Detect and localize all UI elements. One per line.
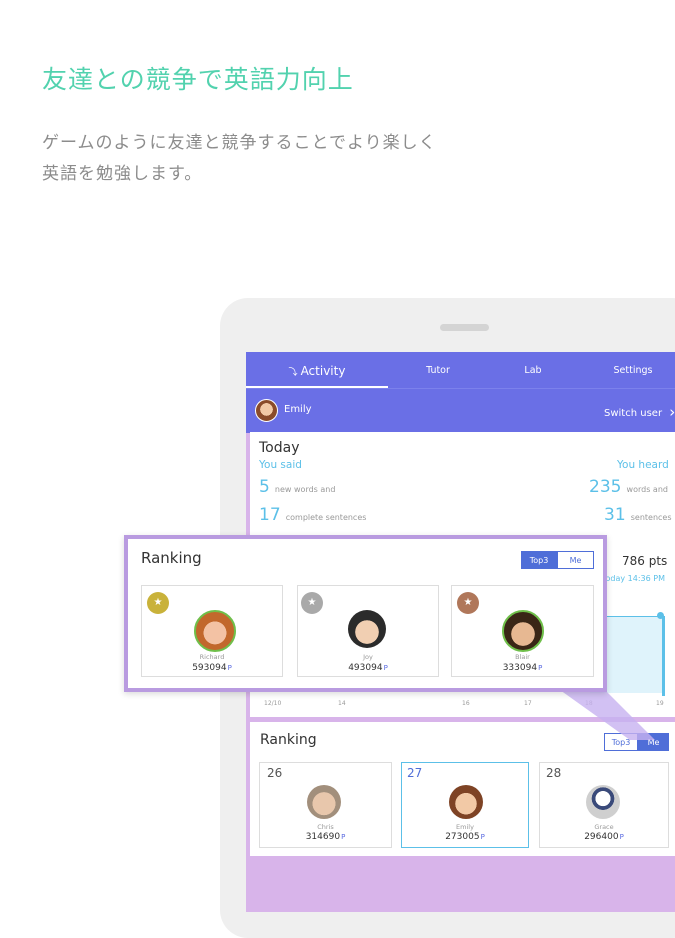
you-said-label: You said <box>259 459 302 471</box>
said-words-suffix: new words and <box>274 485 336 494</box>
activity-icon: ⤵ <box>288 368 298 378</box>
rank-score-value: 593094 <box>192 663 227 673</box>
rank-name: Richard <box>199 653 225 661</box>
rank-number: 26 <box>267 766 283 780</box>
rank-card-28[interactable]: 28 Grace 296400P <box>539 762 669 848</box>
said-sentences-suffix: complete sentences <box>285 513 367 522</box>
rank-name: Chris <box>317 823 334 831</box>
popup-connector <box>560 690 655 740</box>
tab-tutor[interactable]: Tutor <box>388 352 488 388</box>
avatar <box>348 610 386 648</box>
you-heard-label: You heard <box>617 459 669 471</box>
chevron-right-icon: › <box>669 403 675 421</box>
rank-score-value: 273005 <box>445 832 480 842</box>
bronze-medal-icon: ★ <box>457 592 479 614</box>
rank-score-unit: P <box>341 833 346 841</box>
tab-activity-label: Activity <box>300 364 346 378</box>
toggle-top3[interactable]: Top3 <box>521 551 557 569</box>
rank-score: 314690P <box>260 832 391 842</box>
chart-tick: 17 <box>524 700 532 707</box>
description: ゲームのように友達と競争することでより楽しく 英語を勉強します。 <box>42 128 437 190</box>
rank-number: 27 <box>407 766 423 780</box>
heard-words-suffix: words and <box>626 485 668 494</box>
rank-score-value: 296400 <box>584 832 619 842</box>
avatar <box>449 785 483 819</box>
rank-score: 333094P <box>452 663 593 673</box>
top3-card-first[interactable]: ★ Richard 593094P <box>141 585 283 677</box>
heard-sentences-suffix: sentences <box>630 513 672 522</box>
rank-score: 593094P <box>142 663 282 673</box>
rank-name: Emily <box>456 823 474 831</box>
rank-score-unit: P <box>227 664 232 672</box>
gold-medal-icon: ★ <box>147 592 169 614</box>
said-words-row: 5 new words and <box>259 477 335 497</box>
points-time: Today 14:36 PM <box>602 574 666 583</box>
ranking-popup: Ranking Top3 Me ★ Richard 593094P ★ Joy … <box>124 535 607 692</box>
points-value: 786 pts <box>622 554 668 568</box>
heard-words-count: 235 <box>589 477 622 497</box>
rank-card-26[interactable]: 26 Chris 314690P <box>259 762 392 848</box>
avatar <box>502 610 544 652</box>
rank-score: 273005P <box>402 832 528 842</box>
heard-sentences-row: 31 sentences <box>604 505 672 525</box>
description-line-2: 英語を勉強します。 <box>42 164 203 184</box>
avatar <box>307 785 341 819</box>
me-ranking-title: Ranking <box>260 732 317 748</box>
chart-line <box>662 616 665 696</box>
rank-card-27[interactable]: 27 Emily 273005P <box>401 762 529 848</box>
rank-score-value: 333094 <box>502 663 538 673</box>
top3-card-second[interactable]: ★ Joy 493094P <box>297 585 439 677</box>
tab-lab[interactable]: Lab <box>488 352 578 388</box>
robot-avatar <box>586 785 620 819</box>
said-sentences-row: 17 complete sentences <box>259 505 366 525</box>
heard-words-row: 235 words and <box>589 477 668 497</box>
user-avatar <box>255 399 278 422</box>
toggle-me[interactable]: Me <box>557 551 594 569</box>
rank-name: Grace <box>594 823 614 831</box>
rank-score-unit: P <box>538 664 543 672</box>
tab-activity[interactable]: ⤵ Activity <box>246 352 388 388</box>
description-line-1: ゲームのように友達と競争することでより楽しく <box>42 133 437 153</box>
chart-tick: 14 <box>338 700 346 707</box>
silver-medal-icon: ★ <box>301 592 323 614</box>
popup-ranking-title: Ranking <box>141 549 202 567</box>
avatar <box>194 610 236 652</box>
rank-score-unit: P <box>383 664 388 672</box>
rank-score-unit: P <box>480 833 485 841</box>
user-name: Emily <box>284 404 312 415</box>
said-sentences-count: 17 <box>259 505 281 525</box>
rank-name: Blair <box>515 653 530 661</box>
top3-card-third[interactable]: ★ Blair 333094P <box>451 585 594 677</box>
today-title: Today <box>259 440 300 456</box>
rank-score-unit: P <box>619 833 624 841</box>
chart-tick: 16 <box>462 700 470 707</box>
rank-score: 493094P <box>298 663 438 673</box>
tablet-speaker <box>440 324 489 331</box>
rank-name: Joy <box>363 653 373 661</box>
chart-tick-first: 12/10 <box>264 700 282 707</box>
user-bar: Emily Switch user › <box>246 388 675 433</box>
switch-user-button[interactable]: Switch user › <box>604 403 675 421</box>
rank-number: 28 <box>546 766 562 780</box>
switch-user-label: Switch user <box>604 408 663 419</box>
rank-score-value: 493094 <box>348 663 383 673</box>
heard-sentences-count: 31 <box>604 505 626 525</box>
said-words-count: 5 <box>259 477 270 497</box>
rank-score-value: 314690 <box>305 832 341 842</box>
rank-score: 296400P <box>540 832 668 842</box>
today-card: Today You said You heard 5 new words and… <box>250 432 675 542</box>
headline: 友達との競争で英語力向上 <box>42 65 354 94</box>
nav-bar: ⤵ Activity Tutor Lab Settings <box>246 352 675 388</box>
tab-settings[interactable]: Settings <box>578 352 675 388</box>
